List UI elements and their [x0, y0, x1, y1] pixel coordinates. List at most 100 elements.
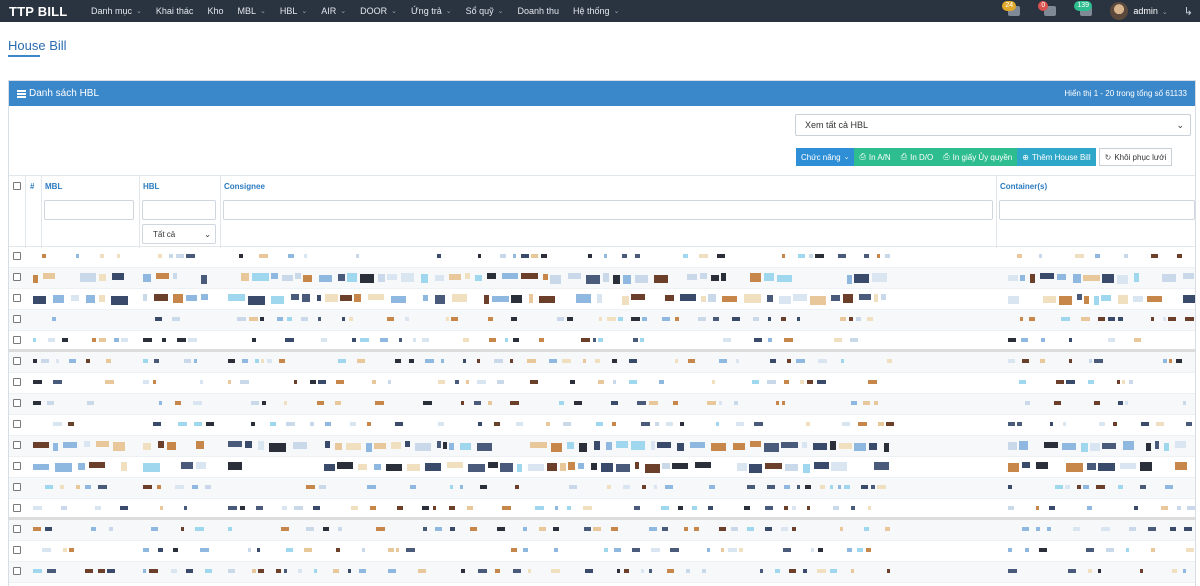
table-row[interactable] — [9, 457, 1195, 478]
user-menu[interactable]: admin ⌄ — [1133, 6, 1167, 16]
row-checkbox[interactable] — [13, 378, 21, 386]
nav-item-label: MBL — [237, 6, 256, 16]
row-checkbox[interactable] — [13, 399, 21, 407]
obscured-row-content — [33, 441, 1186, 452]
logout-icon[interactable]: ↳ — [1184, 5, 1193, 18]
table-row[interactable] — [9, 436, 1195, 457]
hbl-status-filter-value: Tất cả — [153, 229, 176, 239]
column-header-mbl[interactable]: MBL — [45, 176, 62, 196]
nav-item[interactable]: MBL ⌄ — [230, 0, 272, 22]
obscured-row-content — [33, 380, 1133, 384]
nav-item[interactable]: AIR ⌄ — [314, 0, 353, 22]
row-checkbox[interactable] — [13, 252, 21, 260]
table-row[interactable] — [9, 289, 1195, 310]
hbl-filter-input[interactable] — [142, 200, 216, 220]
column-divider — [41, 176, 42, 248]
hbl-list-panel: Danh sách HBL Hiển thị 1 - 20 trong tổng… — [8, 80, 1196, 586]
print-do-button[interactable]: ⎙ In D/O — [895, 148, 939, 166]
print-an-button[interactable]: ⎙ In A/N — [854, 148, 896, 166]
nav-item[interactable]: HBL ⌄ — [273, 0, 314, 22]
row-checkbox[interactable] — [13, 462, 21, 470]
functions-dropdown-button[interactable]: Chức năng ⌄ — [796, 148, 855, 166]
hbl-status-filter-select[interactable]: Tất cả ⌄ — [142, 224, 216, 244]
nav-item[interactable]: DOOR ⌄ — [353, 0, 404, 22]
nav-item[interactable]: Doanh thu — [510, 0, 566, 22]
chevron-down-icon: ⌄ — [613, 8, 620, 15]
column-header-index: # — [30, 181, 35, 191]
chevron-down-icon: ⌄ — [259, 8, 266, 15]
brand-logo[interactable]: TTP BILL — [0, 4, 84, 19]
nav-right: 24 0 139 admin ⌄ ↳ — [1002, 0, 1200, 22]
nav-item-label: Ứng trả — [411, 6, 442, 16]
table-row[interactable] — [9, 562, 1195, 583]
avatar[interactable] — [1110, 2, 1129, 20]
nav-item[interactable]: Hệ thống ⌄ — [566, 0, 626, 22]
column-divider — [25, 176, 26, 248]
obscured-row-content — [42, 548, 1194, 552]
print-do-label: In D/O — [910, 152, 934, 162]
row-checkbox[interactable] — [13, 483, 21, 491]
table-row[interactable] — [9, 331, 1195, 352]
table-body — [9, 247, 1195, 583]
nav-item[interactable]: Ứng trả ⌄ — [404, 0, 459, 22]
print-authorization-button[interactable]: ⎙ In giấy Ủy quyền — [938, 148, 1018, 166]
column-header-consignee[interactable]: Consignee — [224, 176, 265, 196]
obscured-row-content — [52, 317, 1194, 321]
nav-item-label: Danh mục — [91, 6, 133, 16]
row-checkbox[interactable] — [13, 357, 21, 365]
notification-count: 24 — [1002, 1, 1017, 11]
row-checkbox[interactable] — [13, 315, 21, 323]
obscured-row-content — [33, 359, 1182, 363]
reset-grid-label: Khôi phục lưới — [1114, 152, 1167, 162]
table-row[interactable] — [9, 415, 1195, 436]
nav-item-label: Khai thác — [155, 6, 194, 16]
top-navbar: TTP BILL Danh mục ⌄ Khai thác Kho MBL ⌄ HBL ⌄ AI… — [0, 0, 1200, 22]
panel-title: Danh sách HBL — [17, 88, 99, 99]
table-row[interactable] — [9, 478, 1195, 499]
row-checkbox[interactable] — [13, 294, 21, 302]
row-checkbox[interactable] — [13, 273, 21, 281]
nav-item[interactable]: Kho — [200, 0, 230, 22]
message-button[interactable]: 139 — [1074, 0, 1100, 22]
notification-bell[interactable]: 24 — [1002, 0, 1028, 22]
table-row[interactable] — [9, 352, 1195, 373]
mbl-filter-input[interactable] — [44, 200, 134, 220]
nav-item-label: HBL — [279, 6, 298, 16]
row-checkbox[interactable] — [13, 336, 21, 344]
nav-item[interactable]: Sổ quỹ ⌄ — [459, 0, 511, 22]
table-row[interactable] — [9, 310, 1195, 331]
message-count: 139 — [1074, 1, 1093, 11]
select-all-checkbox[interactable] — [13, 182, 21, 190]
table-row[interactable] — [9, 499, 1195, 520]
table-row[interactable] — [9, 394, 1195, 415]
reset-grid-button[interactable]: ↻ Khôi phục lưới — [1098, 148, 1173, 166]
row-checkbox[interactable] — [13, 504, 21, 512]
containers-filter-input[interactable] — [999, 200, 1195, 220]
table-row[interactable] — [9, 541, 1195, 562]
add-house-bill-label: Thêm House Bill — [1031, 152, 1091, 162]
row-checkbox[interactable] — [13, 420, 21, 428]
column-header-containers[interactable]: Container(s) — [1000, 176, 1047, 196]
obscured-row-content — [45, 485, 1173, 489]
row-checkbox[interactable] — [13, 441, 21, 449]
consignee-filter-input[interactable] — [223, 200, 993, 220]
view-filter-select[interactable]: Xem tất cả HBL ⌄ — [795, 114, 1191, 136]
view-filter-value: Xem tất cả HBL — [805, 120, 869, 130]
row-checkbox[interactable] — [13, 525, 21, 533]
table-row[interactable] — [9, 247, 1195, 268]
nav-item[interactable]: Danh mục ⌄ — [84, 0, 149, 22]
row-checkbox[interactable] — [13, 567, 21, 575]
obscured-row-content — [33, 273, 1194, 284]
nav-item[interactable]: Khai thác — [149, 0, 201, 22]
add-house-bill-button[interactable]: ⊕ Thêm House Bill — [1017, 148, 1096, 166]
obscured-row-content — [33, 569, 1186, 573]
column-header-hbl[interactable]: HBL — [143, 176, 159, 196]
functions-label: Chức năng — [801, 152, 841, 162]
pagination-info: Hiển thị 1 - 20 trong tổng số 61133 — [1064, 89, 1187, 98]
table-row[interactable] — [9, 520, 1195, 541]
alert-button[interactable]: 0 — [1038, 0, 1064, 22]
refresh-icon: ↻ — [1104, 152, 1112, 162]
table-row[interactable] — [9, 373, 1195, 394]
row-checkbox[interactable] — [13, 546, 21, 554]
table-row[interactable] — [9, 268, 1195, 289]
